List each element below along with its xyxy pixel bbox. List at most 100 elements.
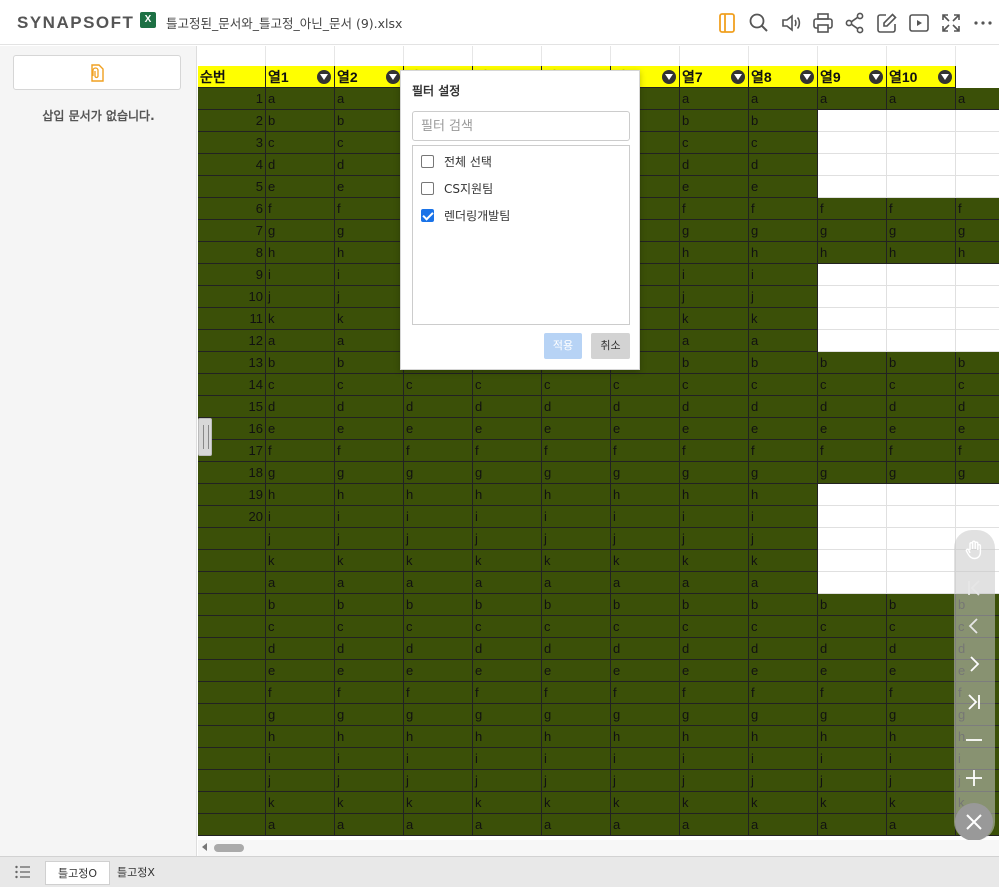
share-icon[interactable] — [843, 11, 867, 35]
table-cell[interactable] — [818, 550, 887, 572]
table-cell[interactable]: g — [404, 704, 473, 726]
table-cell[interactable]: c — [887, 616, 956, 638]
table-cell[interactable]: a — [611, 572, 680, 594]
row-number-cell[interactable]: 3 — [198, 132, 266, 154]
table-cell[interactable]: h — [335, 242, 404, 264]
panel-resize-handle[interactable] — [198, 418, 212, 456]
table-cell[interactable]: i — [266, 506, 335, 528]
table-cell[interactable]: g — [680, 704, 749, 726]
table-cell[interactable]: a — [956, 88, 999, 110]
table-cell[interactable]: b — [956, 352, 999, 374]
table-cell[interactable]: c — [956, 374, 999, 396]
table-cell[interactable]: k — [542, 550, 611, 572]
slideshow-icon[interactable] — [907, 11, 931, 35]
table-cell[interactable]: f — [266, 440, 335, 462]
table-cell[interactable]: e — [680, 176, 749, 198]
table-cell[interactable]: d — [887, 638, 956, 660]
table-cell[interactable]: i — [680, 506, 749, 528]
table-cell[interactable]: d — [266, 154, 335, 176]
table-cell[interactable]: b — [749, 110, 818, 132]
table-cell[interactable]: k — [473, 792, 542, 814]
table-cell[interactable]: a — [335, 814, 404, 836]
table-cell[interactable]: b — [473, 594, 542, 616]
table-cell[interactable]: b — [404, 594, 473, 616]
table-cell[interactable]: a — [404, 814, 473, 836]
table-cell[interactable]: h — [818, 726, 887, 748]
table-cell[interactable]: g — [887, 220, 956, 242]
table-cell[interactable]: i — [542, 506, 611, 528]
table-cell[interactable]: a — [335, 88, 404, 110]
table-cell[interactable]: a — [749, 330, 818, 352]
table-cell[interactable]: g — [266, 704, 335, 726]
table-cell[interactable]: c — [680, 616, 749, 638]
scroll-left-icon[interactable] — [202, 843, 207, 851]
table-cell[interactable]: g — [749, 462, 818, 484]
row-number-cell[interactable] — [198, 572, 266, 594]
table-cell[interactable] — [818, 176, 887, 198]
insert-document-button[interactable] — [13, 55, 181, 90]
table-cell[interactable]: c — [335, 374, 404, 396]
table-cell[interactable]: a — [680, 572, 749, 594]
table-cell[interactable]: g — [335, 220, 404, 242]
table-cell[interactable]: f — [887, 682, 956, 704]
table-cell[interactable] — [887, 176, 956, 198]
table-cell[interactable]: c — [542, 616, 611, 638]
table-cell[interactable]: d — [335, 638, 404, 660]
table-cell[interactable]: g — [956, 220, 999, 242]
table-cell[interactable]: d — [680, 396, 749, 418]
table-cell[interactable]: h — [404, 484, 473, 506]
row-number-cell[interactable]: 10 — [198, 286, 266, 308]
table-cell[interactable]: c — [749, 374, 818, 396]
table-cell[interactable]: f — [404, 682, 473, 704]
table-cell[interactable] — [956, 264, 999, 286]
filter-dropdown-icon[interactable] — [662, 70, 676, 84]
table-cell[interactable]: g — [404, 462, 473, 484]
table-cell[interactable]: h — [611, 484, 680, 506]
table-cell[interactable]: e — [542, 418, 611, 440]
table-cell[interactable]: h — [749, 484, 818, 506]
table-cell[interactable]: e — [542, 660, 611, 682]
table-cell[interactable]: c — [542, 374, 611, 396]
row-number-cell[interactable] — [198, 792, 266, 814]
row-number-cell[interactable]: 4 — [198, 154, 266, 176]
table-cell[interactable]: c — [266, 132, 335, 154]
table-cell[interactable]: d — [680, 154, 749, 176]
table-cell[interactable]: c — [818, 616, 887, 638]
table-cell[interactable]: a — [335, 330, 404, 352]
table-cell[interactable]: g — [887, 462, 956, 484]
search-icon[interactable] — [747, 11, 771, 35]
table-cell[interactable]: h — [542, 484, 611, 506]
row-number-cell[interactable] — [198, 550, 266, 572]
table-cell[interactable]: j — [266, 528, 335, 550]
table-cell[interactable]: f — [266, 198, 335, 220]
table-cell[interactable] — [887, 506, 956, 528]
table-cell[interactable]: g — [680, 220, 749, 242]
table-cell[interactable]: a — [266, 88, 335, 110]
table-cell[interactable]: d — [266, 396, 335, 418]
table-cell[interactable]: d — [611, 396, 680, 418]
table-cell[interactable]: g — [542, 462, 611, 484]
sheet-list-icon[interactable] — [15, 865, 31, 879]
table-cell[interactable]: h — [818, 242, 887, 264]
scrollbar-thumb[interactable] — [214, 844, 244, 852]
table-cell[interactable]: e — [266, 660, 335, 682]
row-number-cell[interactable] — [198, 528, 266, 550]
table-cell[interactable]: j — [335, 528, 404, 550]
table-cell[interactable]: e — [404, 418, 473, 440]
table-cell[interactable]: f — [749, 682, 818, 704]
table-cell[interactable]: k — [749, 550, 818, 572]
table-cell[interactable]: a — [887, 814, 956, 836]
table-cell[interactable]: d — [266, 638, 335, 660]
table-cell[interactable]: j — [266, 770, 335, 792]
select-all-checkbox[interactable] — [421, 155, 434, 168]
table-cell[interactable]: e — [749, 660, 818, 682]
row-number-cell[interactable]: 5 — [198, 176, 266, 198]
table-cell[interactable]: c — [266, 616, 335, 638]
table-cell[interactable]: k — [680, 792, 749, 814]
table-cell[interactable]: j — [542, 528, 611, 550]
table-cell[interactable] — [956, 176, 999, 198]
rendering-team-checkbox[interactable] — [421, 209, 434, 222]
table-cell[interactable]: e — [749, 418, 818, 440]
table-cell[interactable]: k — [266, 792, 335, 814]
table-cell[interactable]: e — [335, 176, 404, 198]
